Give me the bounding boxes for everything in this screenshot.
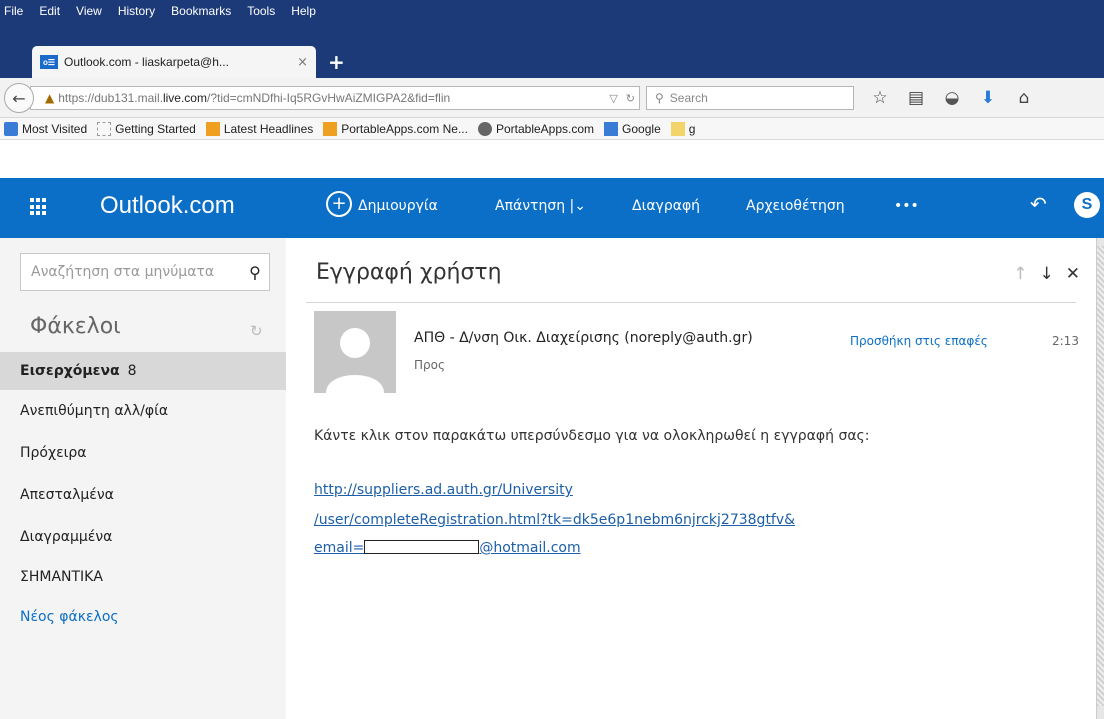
more-button[interactable]: ••• bbox=[894, 198, 919, 214]
menu-bar: File Edit View History Bookmarks Tools H… bbox=[0, 0, 1104, 22]
bookmark-getting-started[interactable]: Getting Started bbox=[97, 121, 196, 136]
navigation-toolbar: ▲ https://dub131.mail.live.com/?tid=cmND… bbox=[0, 78, 1104, 118]
url-text: https://dub131.mail.live.com/?tid=cmNDfh… bbox=[58, 91, 451, 105]
archive-button[interactable]: Αρχειοθέτηση bbox=[746, 198, 845, 214]
bookmark-most-visited[interactable]: Most Visited bbox=[4, 121, 87, 136]
new-folder-link[interactable]: Νέος φάκελος bbox=[0, 598, 286, 636]
reading-list-icon[interactable]: ▤ bbox=[898, 88, 934, 108]
folder-inbox[interactable]: Εισερχόμενα 8 bbox=[0, 352, 286, 390]
folder-junk[interactable]: Ανεπιθύμητη αλλ/φία bbox=[0, 392, 286, 430]
bookmark-latest-headlines[interactable]: Latest Headlines bbox=[205, 121, 313, 136]
rss-icon bbox=[205, 121, 220, 136]
next-message-icon[interactable]: ↓ bbox=[1040, 264, 1054, 284]
message-body: Κάντε κλικ στον παρακάτω υπερσύνδεσμο γι… bbox=[314, 428, 870, 444]
bookmark-g-folder[interactable]: g bbox=[670, 121, 695, 136]
menu-tools[interactable]: Tools bbox=[247, 4, 275, 18]
page-icon bbox=[97, 121, 112, 136]
url-bar[interactable]: ▲ https://dub131.mail.live.com/?tid=cmND… bbox=[30, 86, 640, 110]
tab-strip: o☰ Outlook.com - liaskarpeta@h... × + bbox=[0, 40, 1104, 78]
add-to-contacts-link[interactable]: Προσθήκη στις επαφές bbox=[850, 334, 988, 348]
browser-search-box[interactable]: ⚲ Search bbox=[646, 86, 854, 110]
close-icon[interactable]: ✕ bbox=[1066, 264, 1080, 284]
previous-message-icon[interactable]: ↑ bbox=[1013, 264, 1027, 284]
tab-title: Outlook.com - liaskarpeta@h... bbox=[64, 55, 229, 69]
pocket-icon[interactable]: ◒ bbox=[934, 88, 970, 108]
search-icon[interactable]: ⚲ bbox=[241, 263, 269, 282]
reply-button[interactable]: Απάντηση |⌄ bbox=[495, 198, 586, 214]
most-visited-icon bbox=[4, 121, 18, 136]
search-icon: ⚲ bbox=[655, 91, 664, 105]
browser-search-placeholder: Search bbox=[669, 91, 708, 105]
folders-heading: Φάκελοι bbox=[30, 314, 121, 339]
downloads-icon[interactable]: ⬇ bbox=[970, 88, 1006, 108]
scrollbar-thumb[interactable] bbox=[1097, 246, 1104, 706]
refresh-icon[interactable]: ↻ bbox=[250, 322, 263, 340]
header-divider bbox=[306, 302, 1076, 303]
vertical-scrollbar[interactable] bbox=[1096, 238, 1104, 719]
outlook-brand[interactable]: Outlook.com bbox=[100, 192, 235, 220]
folder-drafts[interactable]: Πρόχειρα bbox=[0, 434, 286, 472]
reply-chevron-icon[interactable]: ⌄ bbox=[574, 198, 586, 214]
menu-help[interactable]: Help bbox=[291, 4, 316, 18]
portableapps-icon bbox=[477, 121, 492, 136]
outlook-header: Outlook.com + Δημιουργία Απάντηση |⌄ Δια… bbox=[0, 178, 1104, 238]
folder-icon bbox=[670, 121, 685, 136]
unread-count: 8 bbox=[127, 363, 137, 379]
menu-history[interactable]: History bbox=[118, 4, 155, 18]
bookmark-star-icon[interactable]: ☆ bbox=[862, 88, 898, 108]
url-dropdown-icon[interactable]: ▽ bbox=[609, 92, 617, 105]
sender-avatar bbox=[314, 311, 396, 393]
security-warning-icon[interactable]: ▲ bbox=[45, 91, 54, 105]
home-icon[interactable]: ⌂ bbox=[1006, 88, 1042, 108]
folder-pane: Αναζήτηση στα μηνύματα ⚲ Φάκελοι ↻ Εισερ… bbox=[0, 238, 286, 719]
message-time: 2:13 bbox=[1052, 334, 1079, 348]
registration-link-line1[interactable]: http://suppliers.ad.auth.gr/University bbox=[314, 482, 573, 498]
recipient-label[interactable]: Προς bbox=[414, 358, 445, 372]
sender-name: ΑΠΘ - Δ/νση Οικ. Διαχείρισης (noreply@au… bbox=[414, 330, 753, 346]
app-launcher-icon[interactable] bbox=[30, 198, 48, 216]
bookmark-google[interactable]: Google bbox=[604, 121, 661, 136]
tab-outlook[interactable]: o☰ Outlook.com - liaskarpeta@h... × bbox=[32, 46, 316, 78]
menu-bookmarks[interactable]: Bookmarks bbox=[171, 4, 231, 18]
skype-icon[interactable]: S bbox=[1074, 192, 1100, 218]
tab-close-icon[interactable]: × bbox=[297, 55, 308, 70]
new-tab-button[interactable]: + bbox=[328, 50, 345, 74]
folder-deleted[interactable]: Διαγραμμένα bbox=[0, 518, 286, 556]
back-button[interactable]: ← bbox=[4, 83, 34, 113]
undo-icon[interactable]: ↶ bbox=[1030, 192, 1047, 216]
bookmark-portableapps-news[interactable]: PortableApps.com Ne... bbox=[323, 121, 468, 136]
delete-button[interactable]: Διαγραφή bbox=[632, 198, 700, 214]
folder-important[interactable]: ΣΗΜΑΝΤΙΚΑ bbox=[0, 558, 286, 596]
redacted-block bbox=[364, 540, 480, 554]
reload-icon[interactable]: ↻ bbox=[626, 92, 635, 105]
menu-file[interactable]: File bbox=[4, 4, 23, 18]
google-icon bbox=[604, 121, 619, 136]
menu-edit[interactable]: Edit bbox=[39, 4, 60, 18]
menu-view[interactable]: View bbox=[76, 4, 102, 18]
reading-pane: Εγγραφή χρήστη ↑ ↓ ✕ ΑΠΘ - Δ/νση Οικ. Δι… bbox=[286, 238, 1096, 719]
message-navigation: ↑ ↓ ✕ bbox=[1001, 264, 1080, 284]
back-arrow-icon: ← bbox=[12, 88, 26, 108]
bookmark-portableapps[interactable]: PortableApps.com bbox=[477, 121, 594, 136]
outlook-favicon-icon: o☰ bbox=[40, 55, 58, 69]
message-subject: Εγγραφή χρήστη bbox=[316, 260, 502, 285]
folder-sent[interactable]: Απεσταλμένα bbox=[0, 476, 286, 514]
rss-icon bbox=[323, 121, 338, 136]
registration-link-line2[interactable]: /user/completeRegistration.html?tk=dk5e6… bbox=[314, 512, 795, 528]
mail-search-placeholder: Αναζήτηση στα μηνύματα bbox=[31, 264, 215, 280]
browser-titlebar: File Edit View History Bookmarks Tools H… bbox=[0, 0, 1104, 78]
new-button[interactable]: Δημιουργία bbox=[358, 198, 438, 214]
registration-link-line3[interactable]: email= @hotmail.com bbox=[314, 540, 581, 556]
mail-search-input[interactable]: Αναζήτηση στα μηνύματα ⚲ bbox=[20, 253, 270, 291]
toolbar-icons: ☆ ▤ ◒ ⬇ ⌂ bbox=[862, 88, 1042, 108]
bookmarks-toolbar: Most Visited Getting Started Latest Head… bbox=[0, 118, 1104, 140]
new-message-plus-icon[interactable]: + bbox=[326, 191, 352, 217]
